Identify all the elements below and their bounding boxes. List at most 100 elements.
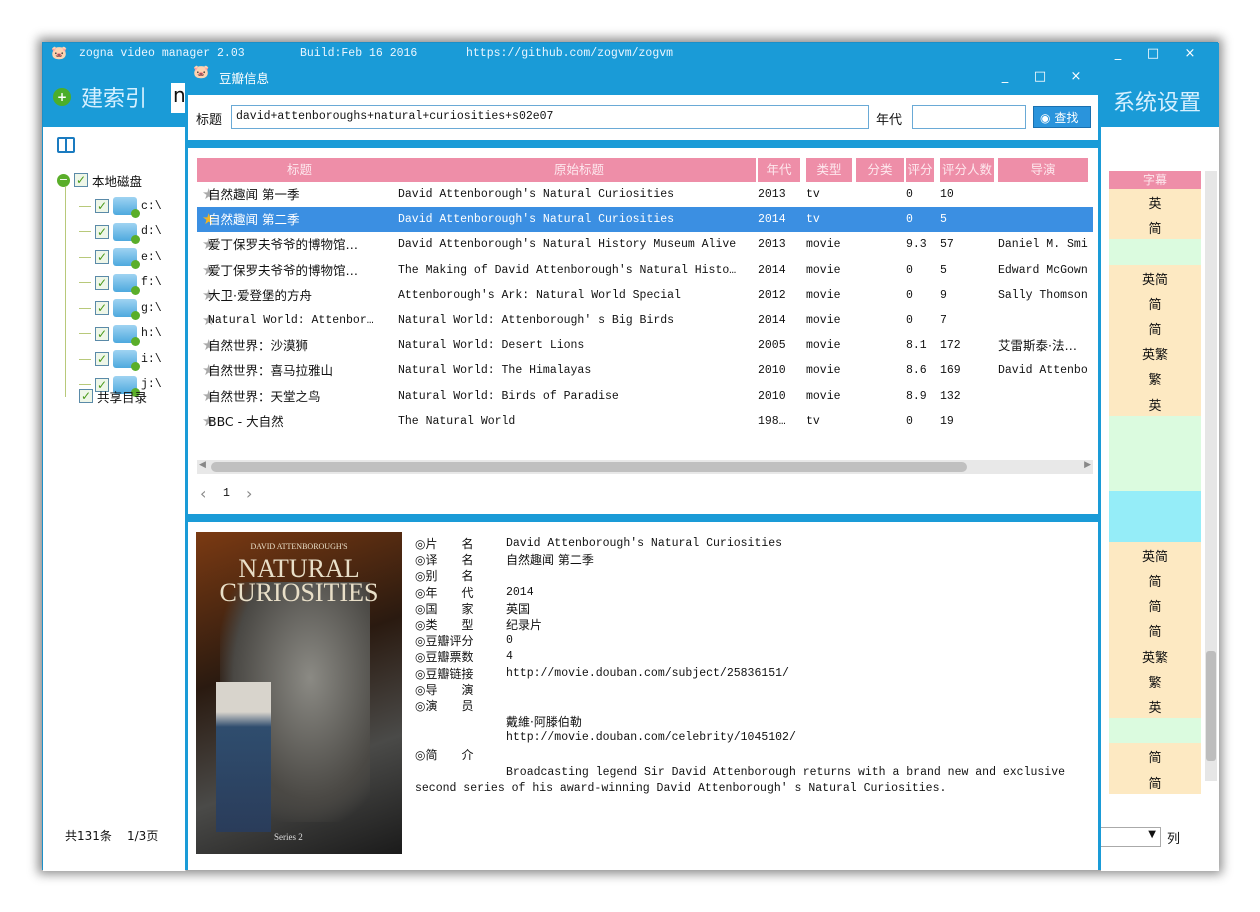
column-header[interactable]: 年代 <box>758 158 800 182</box>
minimize-button[interactable]: _ <box>1103 45 1133 63</box>
columns-select[interactable]: ▼ <box>1101 827 1161 847</box>
checkbox-drive[interactable]: ✓ <box>95 224 109 239</box>
chevron-down-icon: ▼ <box>1148 829 1156 840</box>
table-row[interactable]: ★ 自然趣闻 第二季 David Attenborough's Natural Cu… <box>197 207 1093 233</box>
cell-votes: 7 <box>940 314 947 327</box>
drive-label: h:\ <box>141 327 162 340</box>
tree-node-drive[interactable]: ✓ i:\ <box>79 348 162 371</box>
tree-node-drive[interactable]: ✓ g:\ <box>79 297 162 320</box>
prev-page-icon[interactable]: ‹ <box>200 484 206 503</box>
tree-line <box>65 187 66 397</box>
subtitle-cell: 英简 <box>1141 549 1168 565</box>
collapse-icon[interactable]: − <box>57 173 70 187</box>
column-header-subtitle[interactable]: 字幕 <box>1109 171 1201 189</box>
tree-node-drive[interactable]: ✓ c:\ <box>79 195 162 218</box>
cell-type: tv <box>806 414 820 428</box>
panel-toggle-icon[interactable] <box>57 137 75 153</box>
maximize-button[interactable]: □ <box>1138 45 1168 63</box>
tree-node-drive[interactable]: ✓ f:\ <box>79 272 162 295</box>
detail-value[interactable]: http://movie.douban.com/celebrity/104510… <box>506 730 796 746</box>
cell-original-title: Natural World: Birds of Paradise <box>398 389 619 403</box>
subtitle-cell: 简 <box>1148 625 1162 641</box>
cell-category <box>856 358 906 383</box>
cell-rating: 9.3 <box>906 238 927 252</box>
settings-button[interactable]: 系统设置 <box>1113 85 1201 117</box>
drive-label: i:\ <box>141 352 162 366</box>
subtitle-cell-bg <box>1109 415 1201 441</box>
sidebar-tree: − ✓ 本地磁盘 ✓ c:\ ✓ d:\ ✓ e:\ ✓ f:\ ✓ g:\ ✓ h:\ ✓ i:\ ✓ j:… <box>43 127 186 871</box>
cell-type: movie <box>806 263 841 277</box>
cell-director: 艾雷斯泰·法… <box>998 338 1077 354</box>
tree-label: 本地磁盘 <box>92 173 143 189</box>
tree-node-local-disk[interactable]: − ✓ 本地磁盘 <box>57 169 142 191</box>
detail-label: ◎豆瓣票数 <box>415 650 474 665</box>
table-row[interactable]: ★ 爱丁保罗夫爷爷的博物馆… David Attenborough's Natura… <box>197 232 1093 257</box>
cell-type: tv <box>806 213 820 227</box>
tree-node-drive[interactable]: ✓ d:\ <box>79 221 162 244</box>
checkbox-shared[interactable]: ✓ <box>79 389 93 403</box>
cell-title: Natural World: Attenbor… <box>208 314 374 327</box>
column-header[interactable]: 原始标题 <box>402 158 756 182</box>
cell-type: movie <box>806 238 841 252</box>
checkbox-drive[interactable]: ✓ <box>95 199 109 213</box>
cell-type: movie <box>806 364 841 378</box>
column-header[interactable]: 导演 <box>998 158 1088 182</box>
checkbox-drive[interactable]: ✓ <box>95 275 109 290</box>
checkbox-drive[interactable]: ✓ <box>95 250 109 264</box>
dialog-close-button[interactable]: × <box>1061 68 1091 86</box>
checkbox-drive[interactable]: ✓ <box>95 301 109 315</box>
table-row[interactable]: ★ Natural World: Attenbor… Natural World: … <box>197 308 1093 333</box>
build-label: Build:Feb 16 2016 <box>300 47 418 60</box>
tree-line <box>79 205 91 207</box>
table-row[interactable]: ★ 自然世界：沙漠狮 Natural World: Desert Lions 2005… <box>197 333 1093 358</box>
close-button[interactable]: × <box>1175 45 1205 63</box>
subtitle-cell-bg <box>1109 491 1201 517</box>
scroll-right-icon[interactable]: ▶ <box>1084 460 1091 470</box>
subtitle-cell: 英繁 <box>1141 650 1168 666</box>
cell-votes: 9 <box>940 288 947 302</box>
table-row[interactable]: ★ 自然趣闻 第一季 David Attenborough's Natural Cu… <box>197 182 1093 207</box>
cell-original-title: Attenborough's Ark: Natural World Specia… <box>398 288 681 302</box>
table-row[interactable]: ★ 大卫·爱登堡的方舟 Attenborough's Ark: Natural Wo… <box>197 283 1093 308</box>
detail-value[interactable]: http://movie.douban.com/subject/25836151… <box>506 666 789 682</box>
cell-category <box>856 333 906 358</box>
cell-votes: 172 <box>940 339 961 353</box>
column-header[interactable]: 类型 <box>806 158 852 182</box>
next-page-icon[interactable]: › <box>246 484 252 503</box>
vertical-scrollbar[interactable] <box>1205 171 1217 781</box>
tree-node-drive[interactable]: ✓ h:\ <box>79 323 162 346</box>
tree-node-shared[interactable]: ✓ 共享目录 <box>79 385 147 407</box>
build-index-button[interactable]: + 建索引 <box>53 81 163 113</box>
table-row[interactable]: ★ BBC - 大自然 The Natural World 198… tv 0 19 <box>197 409 1093 434</box>
checkbox-drive[interactable]: ✓ <box>95 326 109 341</box>
folder-icon <box>113 197 140 218</box>
dialog-minimize-button[interactable]: _ <box>990 68 1020 86</box>
app-icon: 🐷 <box>51 46 68 61</box>
column-header[interactable]: 评分人数 <box>940 158 994 182</box>
subtitle-cell-bg <box>1109 466 1201 492</box>
search-button[interactable]: ◉ 查找 <box>1033 106 1091 128</box>
column-header[interactable]: 标题 <box>197 158 402 182</box>
table-row[interactable]: ★ 自然世界：天堂之鸟 Natural World: Birds of Paradi… <box>197 384 1093 409</box>
checkbox-local-disk[interactable]: ✓ <box>74 173 88 187</box>
tree-label: 共享目录 <box>97 389 148 405</box>
cell-category <box>856 232 906 257</box>
repo-link[interactable]: https://github.com/zogvm/zogvm <box>466 47 673 60</box>
subtitle-cell: 英 <box>1148 398 1162 414</box>
cell-year: 2014 <box>758 263 786 277</box>
year-input[interactable] <box>912 105 1026 129</box>
title-input[interactable]: david+attenboroughs+natural+curiosities+… <box>231 105 869 129</box>
column-header[interactable]: 评分 <box>906 158 934 182</box>
cell-title: 爱丁保罗夫爷爷的博物馆… <box>208 237 359 253</box>
horizontal-scrollbar[interactable]: ◀ ▶ <box>197 460 1093 474</box>
tree-node-drive[interactable]: ✓ e:\ <box>79 246 162 269</box>
scroll-left-icon[interactable]: ◀ <box>199 460 206 470</box>
cell-original-title: The Making of David Attenborough's Natur… <box>398 263 737 277</box>
table-row[interactable]: ★ 爱丁保罗夫爷爷的博物馆… The Making of David Attenbo… <box>197 258 1093 283</box>
table-row[interactable]: ★ 自然世界：喜马拉雅山 Natural World: The Himalayas 2… <box>197 358 1093 383</box>
subtitle-column: 字幕 英简英简简简英繁繁英英简简简简英繁繁英简简 ▼ 列 <box>1101 127 1219 871</box>
column-header[interactable]: 分类 <box>856 158 904 182</box>
dialog-maximize-button[interactable]: □ <box>1025 68 1055 86</box>
checkbox-drive[interactable]: ✓ <box>95 352 109 366</box>
cell-rating: 0 <box>906 188 913 201</box>
